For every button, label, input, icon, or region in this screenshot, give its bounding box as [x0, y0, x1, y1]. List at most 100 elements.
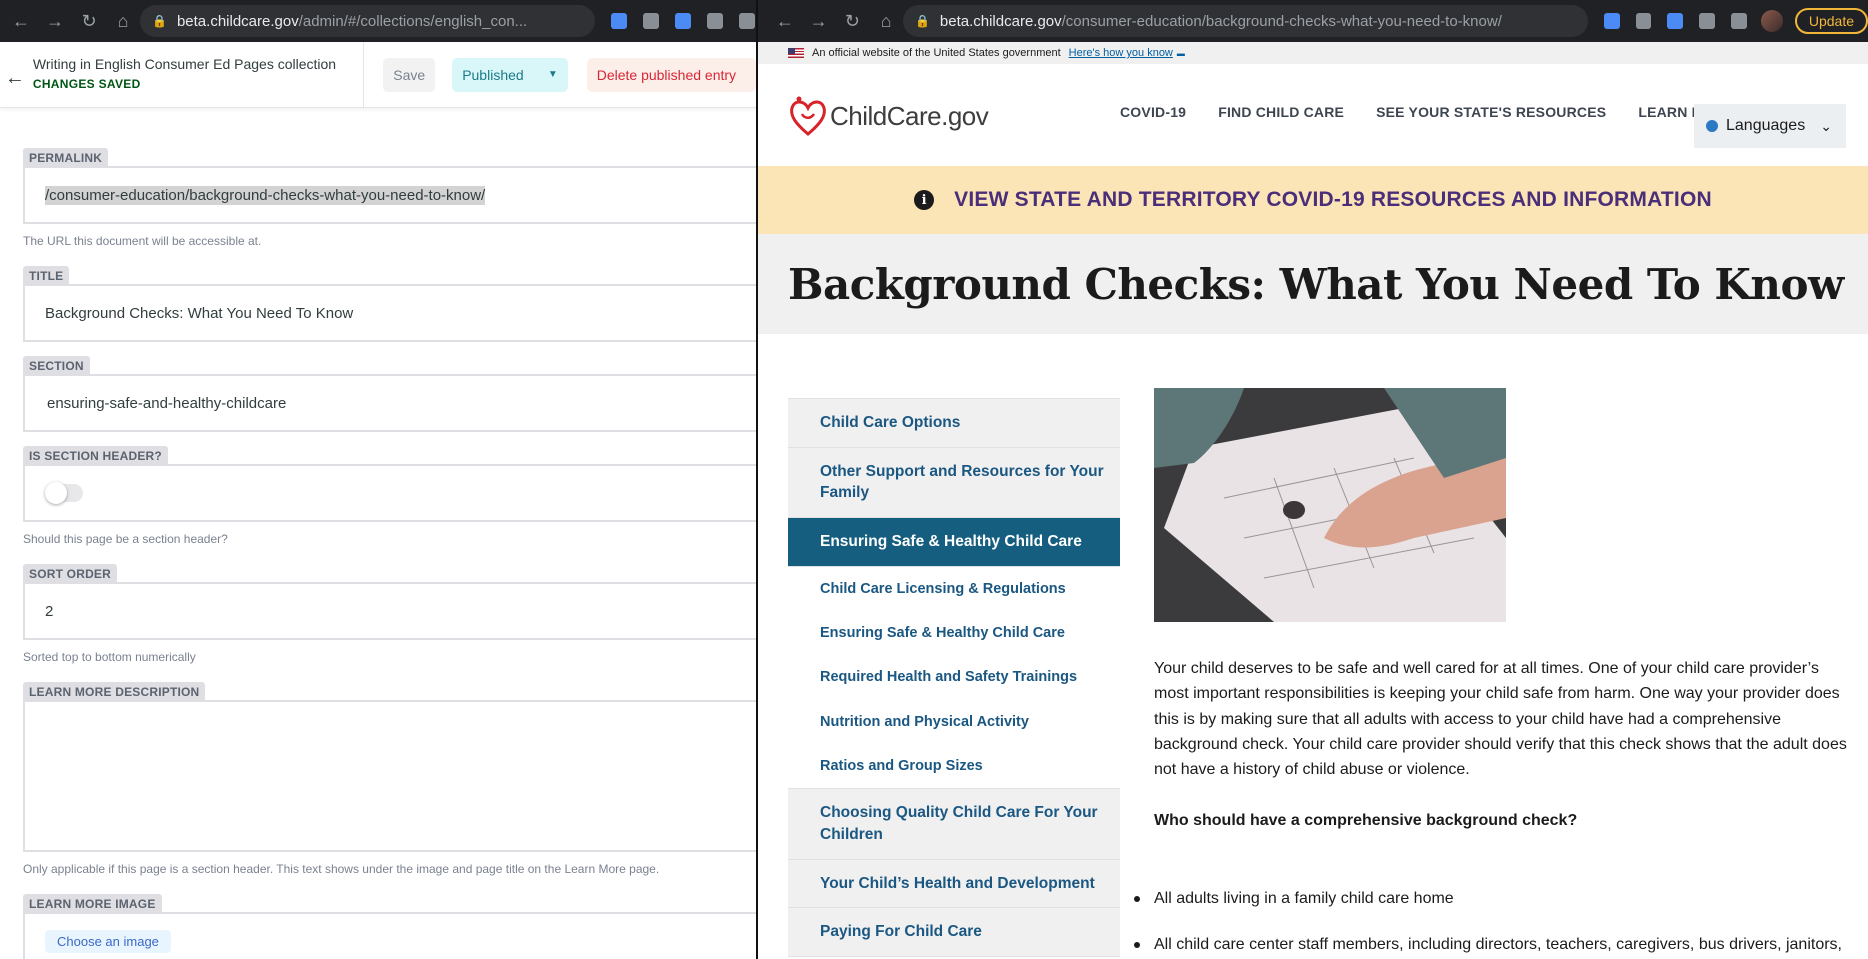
sort-order-field: SORT ORDER 2 Sorted top to bottom numeri…	[23, 564, 756, 664]
side-nav-item[interactable]: Other Support and Resources for Your Fam…	[788, 447, 1120, 519]
section-label: SECTION	[23, 356, 90, 375]
home-icon[interactable]: ⌂	[869, 11, 903, 32]
back-icon[interactable]: ←	[4, 11, 38, 32]
title-input[interactable]: Background Checks: What You Need To Know	[23, 284, 756, 342]
editor-form: PERMALINK /consumer-education/background…	[0, 108, 756, 959]
profile-avatar[interactable]	[1761, 10, 1783, 32]
camera-extension-icon[interactable]	[643, 13, 659, 29]
side-nav-item[interactable]: Your Child’s Health and Development	[788, 859, 1120, 909]
side-nav-subitem[interactable]: Child Care Licensing & Regulations	[788, 566, 1120, 612]
sort-order-input[interactable]: 2	[23, 582, 756, 640]
article-body: Your child deserves to be safe and well …	[1134, 656, 1854, 959]
cms-header: ← Writing in English Consumer Ed Pages c…	[0, 41, 756, 108]
us-flag-icon	[788, 48, 804, 58]
chevron-down-icon: ▬	[1176, 48, 1185, 58]
nav-state-resources[interactable]: SEE YOUR STATE'S RESOURCES	[1376, 104, 1606, 120]
puzzle-extension-icon[interactable]	[1603, 13, 1620, 29]
side-nav-item[interactable]: Child Care Options	[788, 399, 1120, 448]
page-content: Child Care Options Other Support and Res…	[758, 334, 1868, 957]
section-header-toggle[interactable]	[45, 482, 83, 504]
sort-order-hint: Sorted top to bottom numerically	[23, 650, 196, 664]
sort-order-label: SORT ORDER	[23, 564, 118, 583]
learn-more-image-label: LEARN MORE IMAGE	[23, 894, 162, 913]
sidepanel-icon[interactable]	[739, 13, 755, 29]
address-path: /consumer-education/background-checks-wh…	[1061, 12, 1502, 30]
nav-find-child-care[interactable]: FIND CHILD CARE	[1218, 104, 1344, 120]
side-nav-item[interactable]: Paying For Child Care	[788, 908, 1120, 957]
learn-more-description-textarea[interactable]	[23, 700, 756, 852]
article-list: All adults living in a family child care…	[1134, 886, 1854, 958]
list-item: All child care center staff members, inc…	[1134, 932, 1854, 957]
nav-covid-19[interactable]: COVID-19	[1120, 104, 1186, 120]
forward-icon[interactable]: →	[38, 11, 72, 32]
gov-banner: An official website of the United States…	[758, 42, 1868, 64]
learn-more-image-box: Choose an image	[23, 912, 756, 959]
camera-extension-icon[interactable]	[1635, 13, 1652, 29]
back-to-collection-icon[interactable]: ←	[0, 67, 30, 90]
address-bar[interactable]: 🔒 beta.childcare.gov/consumer-education/…	[902, 5, 1588, 37]
extensions-menu-icon[interactable]	[1699, 13, 1716, 29]
reload-icon[interactable]: ↻	[835, 11, 869, 32]
extensions-menu-icon[interactable]	[707, 13, 723, 29]
languages-dropdown[interactable]: Languages ⌄	[1694, 104, 1846, 148]
article-question: Who should have a comprehensive backgrou…	[1154, 812, 1578, 830]
section-field: SECTION ensuring-safe-and-healthy-childc…	[23, 356, 756, 432]
choose-image-button[interactable]: Choose an image	[45, 929, 171, 953]
page-title: Background Checks: What You Need To Know	[788, 259, 1844, 309]
cms-browser-window: ← → ↻ ⌂ 🔒 beta.childcare.gov/admin/#/col…	[0, 0, 756, 959]
site-logo[interactable]: ChildCare.gov	[788, 94, 989, 138]
side-nav-item[interactable]: Choosing Quality Child Care For Your Chi…	[788, 789, 1120, 860]
sidepanel-icon[interactable]	[1731, 13, 1748, 29]
desktop: ← → ↻ ⌂ 🔒 beta.childcare.gov/admin/#/col…	[0, 0, 1868, 959]
delete-published-entry-button[interactable]: Delete published entry	[586, 57, 756, 92]
side-nav-subitem[interactable]: Nutrition and Physical Activity	[788, 699, 1120, 744]
site-browser-window: ← → ↻ ⌂ 🔒 beta.childcare.gov/consumer-ed…	[756, 0, 1868, 959]
side-nav-item-active[interactable]: Ensuring Safe & Healthy Child Care	[788, 518, 1120, 567]
side-nav-subitem[interactable]: Ensuring Safe & Healthy Child Care	[788, 611, 1120, 656]
collection-title: Writing in English Consumer Ed Pages col…	[32, 55, 337, 72]
covid-banner: i VIEW STATE AND TERRITORY COVID-19 RESO…	[758, 166, 1868, 234]
forward-icon[interactable]: →	[802, 11, 836, 32]
heart-logo-icon	[790, 96, 826, 136]
permalink-input[interactable]: /consumer-education/background-checks-wh…	[23, 166, 756, 224]
address-host: beta.childcare.gov	[176, 12, 299, 30]
section-header-hint: Should this page be a section header?	[23, 532, 228, 546]
browser-toolbar: ← → ↻ ⌂ 🔒 beta.childcare.gov/consumer-ed…	[758, 0, 1868, 42]
languages-label: Languages	[1726, 117, 1806, 134]
puzzle-extension-icon[interactable]	[611, 13, 627, 29]
back-icon[interactable]: ←	[768, 11, 802, 32]
gov-banner-text: An official website of the United States…	[812, 47, 1061, 59]
address-bar[interactable]: 🔒 beta.childcare.gov/admin/#/collections…	[140, 5, 595, 37]
covid-banner-link[interactable]: VIEW STATE AND TERRITORY COVID-19 RESOUR…	[954, 188, 1712, 212]
save-status: CHANGES SAVED	[32, 76, 141, 91]
update-button[interactable]: Update	[1794, 8, 1868, 34]
browser-toolbar: ← → ↻ ⌂ 🔒 beta.childcare.gov/admin/#/col…	[0, 0, 756, 42]
published-label: Published	[462, 66, 524, 83]
extension-icon[interactable]	[1667, 13, 1684, 29]
reload-icon[interactable]: ↻	[72, 11, 106, 32]
save-button[interactable]: Save	[383, 57, 436, 92]
section-header-label: IS SECTION HEADER?	[23, 446, 168, 465]
caret-down-icon: ▼	[547, 69, 558, 80]
permalink-hint: The URL this document will be accessible…	[23, 234, 262, 248]
home-icon[interactable]: ⌂	[106, 11, 140, 32]
learn-more-image-field: LEARN MORE IMAGE Choose an image	[23, 894, 756, 959]
side-nav-subitem[interactable]: Required Health and Safety Trainings	[788, 655, 1120, 700]
collection-info: Writing in English Consumer Ed Pages col…	[30, 41, 365, 108]
logo-text: ChildCare.gov	[830, 100, 989, 131]
side-nav-subitem[interactable]: Ratios and Group Sizes	[788, 743, 1120, 790]
fingerprint-image	[1154, 388, 1506, 622]
site-header: ChildCare.gov COVID-19 FIND CHILD CARE S…	[758, 64, 1868, 166]
permalink-field: PERMALINK /consumer-education/background…	[23, 148, 756, 248]
article-paragraph: Your child deserves to be safe and well …	[1154, 660, 1847, 779]
learn-more-description-label: LEARN MORE DESCRIPTION	[23, 682, 206, 701]
lock-icon: 🔒	[152, 14, 167, 28]
globe-icon	[1706, 120, 1718, 132]
heres-how-you-know-link[interactable]: Here's how you know	[1069, 47, 1173, 59]
title-label: TITLE	[23, 266, 70, 285]
extension-icon[interactable]	[675, 13, 691, 29]
chevron-down-icon: ⌄	[1820, 117, 1832, 134]
section-select[interactable]: ensuring-safe-and-healthy-childcare	[23, 374, 756, 432]
published-dropdown[interactable]: Published ▼	[452, 57, 568, 92]
learn-more-description-field: LEARN MORE DESCRIPTION Only applicable i…	[23, 682, 756, 876]
